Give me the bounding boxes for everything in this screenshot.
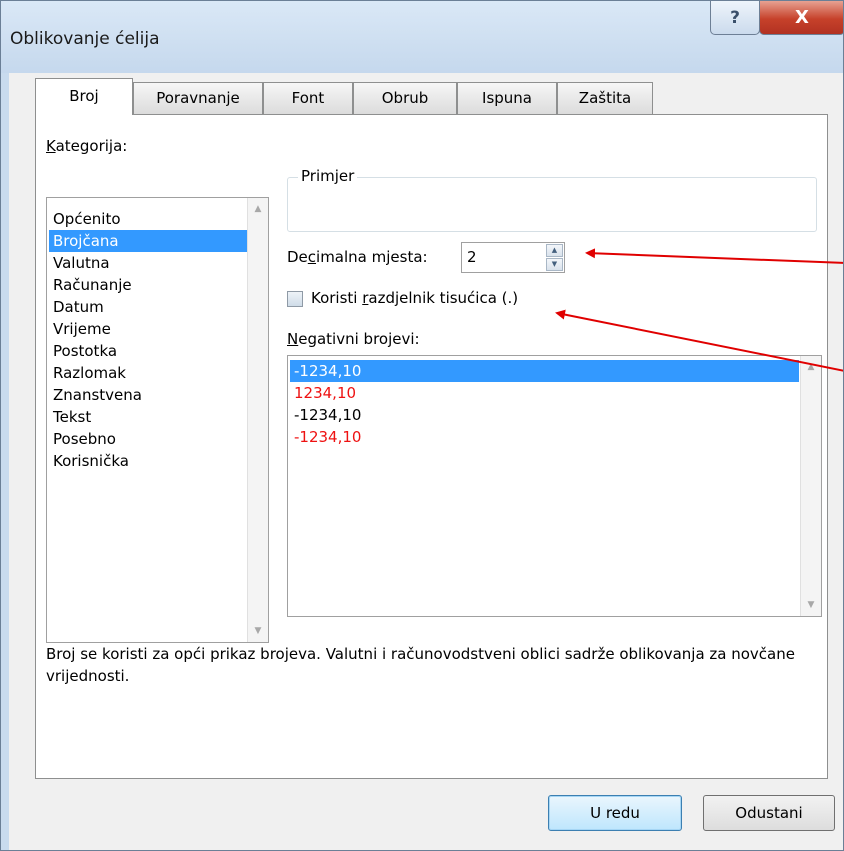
category-label: Kategorija: — [46, 137, 128, 155]
scroll-down-icon[interactable]: ▼ — [248, 620, 268, 642]
help-button[interactable]: ? — [710, 1, 760, 35]
negative-format-item[interactable]: 1234,10 — [294, 382, 356, 404]
scroll-up-icon[interactable]: ▲ — [801, 356, 821, 378]
ok-button[interactable]: U redu — [548, 795, 682, 831]
decimal-places-value[interactable]: 2 — [467, 248, 477, 266]
spin-up-icon[interactable]: ▲ — [546, 244, 563, 257]
category-item-selected[interactable]: Brojčana — [49, 230, 247, 252]
tab-font[interactable]: Font — [263, 82, 353, 114]
category-list[interactable]: Općenito Brojčana Valutna Računanje Datu… — [46, 197, 269, 643]
sample-group: Primjer — [287, 167, 817, 232]
scroll-down-icon[interactable]: ▼ — [801, 594, 821, 616]
negative-format-item[interactable]: -1234,10 — [294, 404, 361, 426]
thousands-separator-checkbox[interactable] — [287, 291, 303, 307]
window-title: Oblikovanje ćelija — [10, 29, 160, 49]
close-icon: X — [795, 7, 809, 28]
dialog-client-area: Broj Poravnanje Font Obrub Ispuna Zaštit… — [9, 73, 843, 850]
category-item[interactable]: Računanje — [53, 274, 132, 296]
format-cells-dialog: Oblikovanje ćelija ? X Broj Poravnanje F… — [0, 0, 844, 851]
category-item[interactable]: Korisnička — [53, 450, 129, 472]
format-description: Broj se koristi za opći prikaz brojeva. … — [46, 645, 795, 685]
cancel-button[interactable]: Odustani — [703, 795, 835, 831]
decimal-places-spinner[interactable]: 2 ▲ ▼ — [461, 242, 565, 273]
title-bar[interactable]: Oblikovanje ćelija ? X — [1, 1, 843, 73]
category-item[interactable]: Valutna — [53, 252, 110, 274]
category-item[interactable]: Tekst — [53, 406, 91, 428]
thousands-separator-label[interactable]: Koristi razdjelnik tisućica (.) — [311, 289, 518, 307]
close-button[interactable]: X — [759, 1, 843, 35]
category-scrollbar[interactable]: ▲ ▼ — [247, 198, 268, 642]
tab-zastita[interactable]: Zaštita — [557, 82, 653, 114]
category-item[interactable]: Razlomak — [53, 362, 126, 384]
category-item[interactable]: Općenito — [53, 208, 121, 230]
tab-broj[interactable]: Broj — [35, 78, 133, 115]
category-item[interactable]: Posebno — [53, 428, 116, 450]
help-icon: ? — [730, 7, 740, 28]
negative-format-item-selected[interactable]: -1234,10 — [290, 360, 799, 382]
category-item[interactable]: Znanstvena — [53, 384, 142, 406]
category-item[interactable]: Postotka — [53, 340, 117, 362]
negative-format-item[interactable]: -1234,10 — [294, 426, 361, 448]
scroll-up-icon[interactable]: ▲ — [248, 198, 268, 220]
sample-label: Primjer — [298, 167, 358, 185]
decimal-places-label: Decimalna mjesta: — [287, 248, 428, 266]
tab-poravnanje[interactable]: Poravnanje — [133, 82, 263, 114]
negative-numbers-label: Negativni brojevi: — [287, 330, 420, 348]
tab-obrub[interactable]: Obrub — [353, 82, 457, 114]
category-item[interactable]: Vrijeme — [53, 318, 111, 340]
spin-down-icon[interactable]: ▼ — [546, 258, 563, 271]
tab-ispuna[interactable]: Ispuna — [457, 82, 557, 114]
category-item[interactable]: Datum — [53, 296, 104, 318]
negative-numbers-list[interactable]: -1234,10 1234,10 -1234,10 -1234,10 ▲ ▼ — [287, 355, 822, 617]
tab-panel-broj: Kategorija: Općenito Brojčana Valutna Ra… — [35, 114, 828, 779]
negative-list-scrollbar[interactable]: ▲ ▼ — [800, 356, 821, 616]
